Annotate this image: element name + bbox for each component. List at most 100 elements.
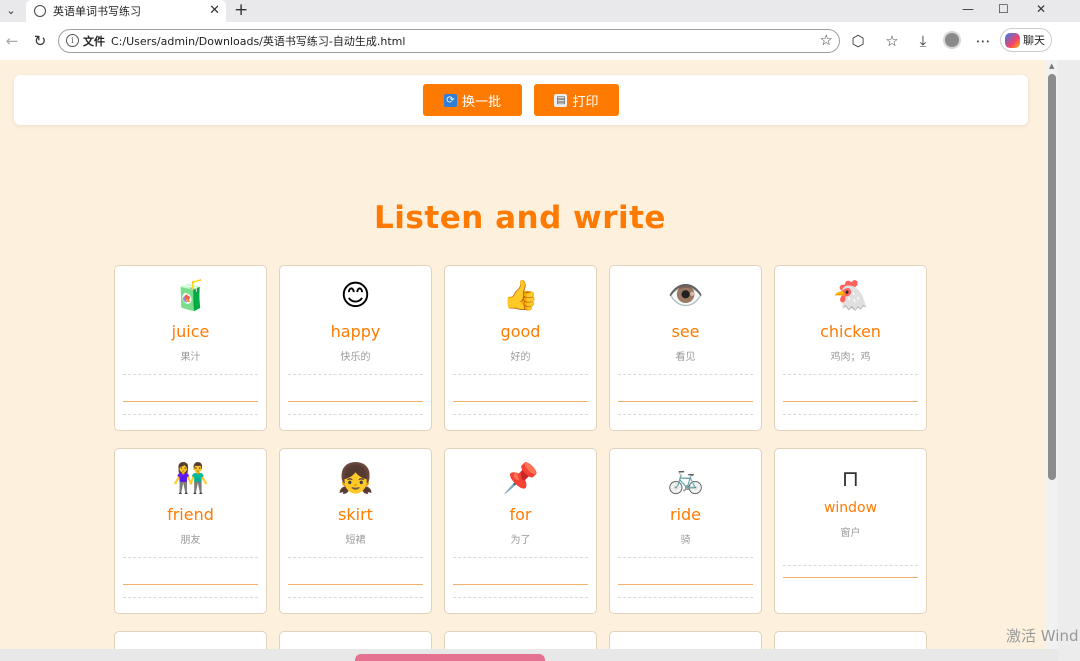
extensions-icon[interactable]: ⬡ bbox=[847, 30, 869, 52]
word-card: 🚲 ride 骑 bbox=[609, 448, 762, 614]
window-icon: ⊓ bbox=[841, 467, 860, 492]
card-meaning: 短裙 bbox=[345, 535, 366, 546]
new-tab-button[interactable]: + bbox=[234, 0, 248, 20]
friends-icon: 👫 bbox=[172, 461, 209, 495]
writing-guide-line bbox=[288, 597, 423, 598]
word-card: 📌 for 为了 bbox=[444, 448, 597, 614]
profile-avatar[interactable] bbox=[943, 31, 961, 49]
writing-base-line bbox=[288, 584, 423, 585]
writing-guide-line bbox=[618, 414, 753, 415]
card-meaning: 看见 bbox=[675, 352, 696, 363]
minimize-icon[interactable]: — bbox=[962, 2, 974, 16]
card-meaning: 鸡肉；鸡 bbox=[830, 352, 871, 363]
printer-icon: ▤ bbox=[554, 93, 568, 107]
card-meaning: 果汁 bbox=[180, 352, 201, 363]
print-label: 打印 bbox=[572, 94, 599, 110]
writing-guide-line bbox=[453, 597, 588, 598]
card-word: ride bbox=[669, 505, 702, 524]
writing-guide-line bbox=[288, 414, 423, 415]
close-tab-icon[interactable]: ✕ bbox=[209, 3, 220, 18]
pushpin-icon: 📌 bbox=[502, 461, 539, 495]
writing-guide-line bbox=[618, 374, 753, 375]
writing-guide-line bbox=[123, 597, 258, 598]
eye-icon: 👁️ bbox=[667, 278, 704, 312]
card-word: see bbox=[671, 322, 700, 341]
taskbar-peek bbox=[0, 649, 1058, 661]
copilot-chat-button[interactable]: 聊天 bbox=[1000, 28, 1052, 52]
word-card: 👫 friend 朋友 bbox=[114, 448, 267, 614]
card-word: chicken bbox=[820, 322, 881, 341]
scroll-up-arrow-icon[interactable]: ▲ bbox=[1049, 62, 1054, 70]
address-bar[interactable]: i 文件 C:/Users/admin/Downloads/英语书写练习-自动生… bbox=[58, 29, 840, 53]
smiley-face-icon: 😊 bbox=[340, 278, 371, 312]
card-meaning: 好的 bbox=[510, 352, 531, 363]
writing-guide-line bbox=[288, 374, 423, 375]
card-word: good bbox=[500, 322, 541, 341]
juice-box-icon: 🧃 bbox=[172, 278, 209, 312]
writing-base-line bbox=[783, 401, 918, 402]
word-card: 👍 good 好的 bbox=[444, 265, 597, 431]
refresh-batch-button[interactable]: ⟳ 换一批 bbox=[423, 84, 522, 116]
writing-base-line bbox=[453, 584, 588, 585]
url-text[interactable]: C:/Users/admin/Downloads/英语书写练习-自动生成.htm… bbox=[111, 33, 405, 49]
writing-guide-line bbox=[783, 374, 918, 375]
close-window-icon[interactable]: ✕ bbox=[1036, 2, 1046, 16]
word-card bbox=[609, 631, 762, 649]
writing-guide-line bbox=[618, 597, 753, 598]
card-word: friend bbox=[167, 505, 214, 524]
refresh-batch-label: 换一批 bbox=[461, 94, 501, 110]
writing-base-line bbox=[123, 584, 258, 585]
windows-activation-watermark: 激活 Wind bbox=[1006, 627, 1079, 645]
tab-strip: ⌄ 英语单词书写练习 ✕ + — ☐ ✕ bbox=[0, 0, 1080, 22]
maximize-icon[interactable]: ☐ bbox=[998, 2, 1009, 16]
thumbs-up-icon: 👍 bbox=[502, 278, 539, 312]
word-card bbox=[279, 631, 432, 649]
address-scheme-label: 文件 bbox=[83, 35, 105, 48]
writing-guide-line bbox=[453, 557, 588, 558]
writing-guide-line bbox=[288, 557, 423, 558]
word-card bbox=[444, 631, 597, 649]
bicycle-icon: 🚲 bbox=[667, 461, 704, 495]
word-card: ⊓ window 窗户 bbox=[774, 448, 927, 614]
browser-toolbar: ← ↻ i 文件 C:/Users/admin/Downloads/英语书写练习… bbox=[0, 22, 1080, 61]
card-word: skirt bbox=[338, 505, 373, 524]
card-meaning: 为了 bbox=[510, 535, 531, 546]
window-edge bbox=[1058, 60, 1080, 661]
word-card bbox=[114, 631, 267, 649]
writing-guide-line bbox=[453, 374, 588, 375]
downloads-icon[interactable]: ⤓ bbox=[912, 30, 934, 52]
globe-icon bbox=[34, 5, 46, 17]
more-menu-icon[interactable]: ⋯ bbox=[972, 30, 994, 52]
writing-base-line bbox=[618, 401, 753, 402]
scrollbar-thumb[interactable] bbox=[1048, 74, 1056, 480]
card-word: juice bbox=[171, 322, 210, 341]
favorite-star-icon[interactable]: ☆ bbox=[820, 31, 833, 49]
writing-guide-line bbox=[618, 557, 753, 558]
writing-base-line bbox=[123, 401, 258, 402]
word-card: 👧 skirt 短裙 bbox=[279, 448, 432, 614]
info-icon[interactable]: i bbox=[66, 34, 79, 47]
tab-title: 英语单词书写练习 bbox=[53, 5, 141, 18]
writing-guide-line bbox=[783, 565, 918, 566]
active-tab[interactable]: 英语单词书写练习 ✕ bbox=[26, 0, 226, 22]
back-arrow-icon[interactable]: ← bbox=[1, 30, 23, 52]
reload-icon[interactable]: ↻ bbox=[29, 30, 51, 52]
page-scrollbar[interactable]: ▲ bbox=[1046, 60, 1058, 649]
chicken-icon: 🐔 bbox=[832, 278, 869, 312]
writing-guide-line bbox=[123, 557, 258, 558]
card-meaning: 快乐的 bbox=[340, 352, 371, 363]
writing-guide-line bbox=[783, 414, 918, 415]
writing-base-line bbox=[453, 401, 588, 402]
writing-guide-line bbox=[123, 374, 258, 375]
card-meaning: 骑 bbox=[680, 535, 691, 546]
writing-base-line bbox=[618, 584, 753, 585]
tab-list-chevron-icon[interactable]: ⌄ bbox=[2, 1, 20, 19]
writing-guide-line bbox=[453, 414, 588, 415]
card-word: for bbox=[509, 505, 532, 524]
word-card: 👁️ see 看见 bbox=[609, 265, 762, 431]
print-button[interactable]: ▤ 打印 bbox=[534, 84, 619, 116]
girl-icon: 👧 bbox=[337, 461, 374, 495]
favorites-icon[interactable]: ☆ bbox=[881, 30, 903, 52]
writing-base-line bbox=[288, 401, 423, 402]
writing-base-line bbox=[783, 577, 918, 578]
